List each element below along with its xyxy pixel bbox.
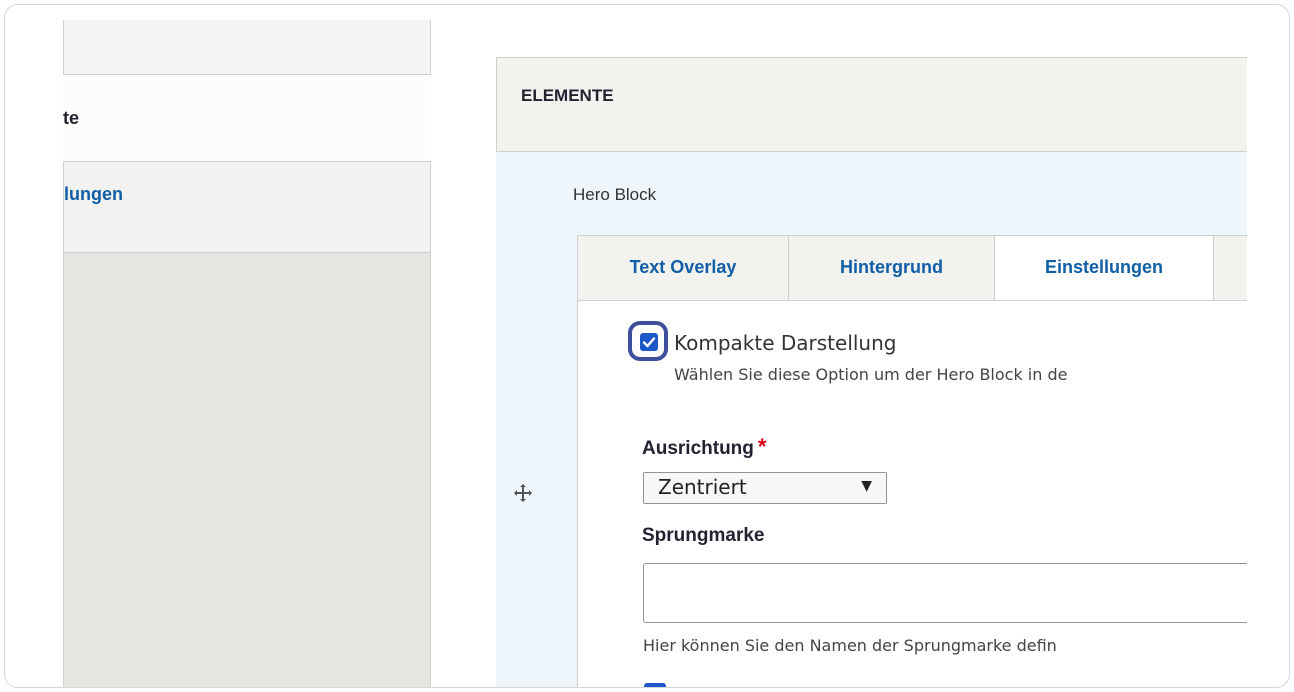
caret-down-icon: ▼ bbox=[861, 478, 872, 494]
anchor-input[interactable] bbox=[643, 563, 1247, 623]
sidebar-item-top[interactable] bbox=[63, 20, 431, 75]
panel-header: ELEMENTE bbox=[496, 57, 1247, 152]
compact-checkbox-label[interactable]: Kompakte Darstellung bbox=[674, 331, 896, 355]
alignment-select[interactable]: Zentriert ▼ bbox=[643, 472, 887, 504]
drag-handle-icon[interactable] bbox=[512, 482, 534, 504]
next-checkbox[interactable] bbox=[644, 683, 666, 687]
compact-checkbox[interactable] bbox=[640, 333, 658, 351]
page-content: te lungen ELEMENTE Hero Block Text Overl… bbox=[63, 20, 1247, 687]
tab-text-overlay[interactable]: Text Overlay bbox=[578, 236, 789, 300]
block-label: Hero Block bbox=[573, 185, 657, 204]
sidebar-empty-area bbox=[63, 253, 431, 687]
sidebar-item-settings[interactable]: lungen bbox=[63, 161, 431, 253]
tab-einstellungen[interactable]: Einstellungen bbox=[995, 236, 1214, 302]
elements-panel: ELEMENTE Hero Block Text Overlay Hinterg… bbox=[496, 57, 1247, 687]
required-marker: * bbox=[757, 434, 767, 459]
screenshot-frame: te lungen ELEMENTE Hero Block Text Overl… bbox=[4, 4, 1290, 688]
panel-body: Hero Block Text Overlay Hintergrund Eins… bbox=[496, 152, 1247, 687]
alignment-label-text: Ausrichtung bbox=[642, 438, 754, 459]
panel-title: ELEMENTE bbox=[521, 86, 614, 105]
sidebar-item-label[interactable]: lungen bbox=[64, 184, 123, 205]
anchor-label: Sprungmarke bbox=[642, 525, 765, 546]
alignment-label: Ausrichtung * bbox=[642, 434, 766, 460]
compact-checkbox-focus-ring bbox=[628, 321, 668, 361]
anchor-help-text: Hier können Sie den Namen der Sprungmark… bbox=[643, 636, 1057, 655]
checkmark-icon bbox=[642, 337, 656, 348]
compact-description: Wählen Sie diese Option um der Hero Bloc… bbox=[674, 365, 1068, 384]
sidebar-item-active[interactable]: te bbox=[63, 76, 431, 162]
sidebar: te lungen bbox=[63, 20, 431, 687]
tab-panel-einstellungen: Kompakte Darstellung Wählen Sie diese Op… bbox=[577, 300, 1247, 687]
tab-hintergrund[interactable]: Hintergrund bbox=[789, 236, 995, 300]
alignment-select-value: Zentriert bbox=[658, 475, 747, 499]
sidebar-item-label: te bbox=[63, 108, 80, 128]
tabs-bar: Text Overlay Hintergrund Einstellungen bbox=[577, 235, 1247, 302]
